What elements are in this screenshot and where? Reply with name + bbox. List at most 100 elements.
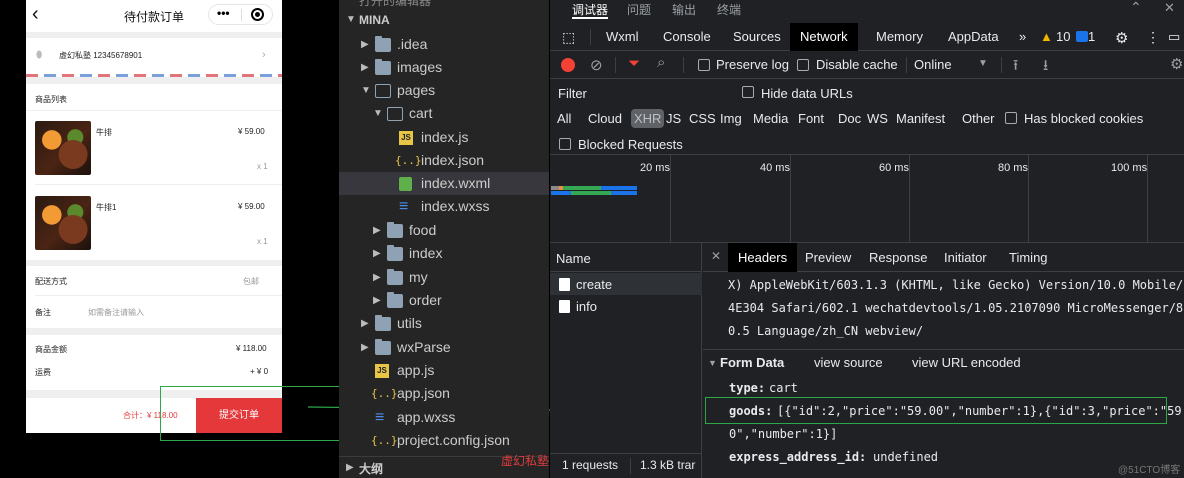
close-icon[interactable]: ✕: [711, 249, 721, 263]
view-url-encoded-link[interactable]: view URL encoded: [912, 355, 1021, 370]
tree-item[interactable]: ▼ cart: [339, 102, 549, 125]
tree-item[interactable]: ▶ index: [339, 242, 549, 265]
request-count: 1 requests: [562, 458, 619, 472]
tab-output[interactable]: 输出: [672, 1, 696, 18]
throttling-select[interactable]: Online: [914, 57, 952, 72]
search-icon[interactable]: ⌕: [657, 54, 665, 71]
close-miniprogram-icon[interactable]: [251, 8, 264, 21]
clear-icon[interactable]: ⊘: [590, 56, 603, 74]
amount-value: ¥ 118.00: [236, 344, 267, 353]
type-filter-font[interactable]: Font: [798, 111, 824, 126]
transferred-size: 1.3 kB trar: [630, 458, 702, 474]
tree-item[interactable]: ≡ index.wxss: [339, 195, 549, 218]
goods-item[interactable]: 牛排 ¥ 59.00 x 1: [26, 112, 282, 184]
divider: [35, 295, 282, 296]
message-count[interactable]: 1: [1088, 29, 1095, 44]
filter-funnel-icon[interactable]: ⏷: [628, 55, 640, 72]
tab-memory[interactable]: Memory: [876, 29, 923, 44]
tree-item[interactable]: ▶ .idea: [339, 33, 549, 56]
tree-item-label: app.js: [397, 362, 435, 378]
export-har-icon[interactable]: ⭳: [1043, 55, 1048, 80]
tab-initiator[interactable]: Initiator: [944, 250, 987, 265]
tab-console[interactable]: Console: [663, 29, 711, 44]
type-filter-xhr[interactable]: XHR: [631, 109, 665, 128]
request-row-create[interactable]: create: [550, 273, 702, 295]
more-tabs-icon[interactable]: »: [1019, 29, 1026, 44]
tree-item-label: .idea: [397, 36, 428, 52]
tree-item[interactable]: ▼ pages: [339, 79, 549, 102]
chevron-up-icon[interactable]: ⌃: [1130, 0, 1142, 16]
form-data-label[interactable]: Form Data: [720, 355, 784, 370]
tab-network[interactable]: Network: [790, 23, 858, 51]
tab-timing[interactable]: Timing: [1009, 250, 1048, 265]
tree-item[interactable]: ▶ wxParse: [339, 336, 549, 359]
type-filter-doc[interactable]: Doc: [838, 111, 861, 126]
document-icon: [559, 300, 570, 313]
remark-input[interactable]: 如需备注请输入: [88, 307, 144, 318]
type-filter-css[interactable]: CSS: [689, 111, 716, 126]
type-filter-manifest[interactable]: Manifest: [896, 111, 945, 126]
import-har-icon[interactable]: ⭱: [1013, 55, 1018, 80]
type-filter-img[interactable]: Img: [720, 111, 742, 126]
type-filter-other[interactable]: Other: [962, 111, 995, 126]
tab-wxml[interactable]: Wxml: [606, 29, 639, 44]
tab-debugger[interactable]: 调试器: [572, 1, 608, 18]
tree-item[interactable]: JS index.js: [339, 126, 549, 149]
name-column-header[interactable]: Name: [550, 243, 702, 272]
request-row-info[interactable]: info: [550, 295, 702, 317]
has-blocked-cookies-checkbox[interactable]: [1005, 112, 1017, 124]
tree-item[interactable]: {..} project.config.json: [339, 429, 549, 452]
close-icon[interactable]: ✕: [1164, 0, 1175, 16]
tab-appdata[interactable]: AppData: [948, 29, 999, 44]
filter-input[interactable]: Filter: [558, 86, 587, 101]
tree-item[interactable]: ▶ images: [339, 56, 549, 79]
capsule-divider: [241, 9, 242, 21]
network-settings-icon[interactable]: ⚙: [1170, 55, 1183, 73]
project-root[interactable]: ▼ MINA: [339, 10, 549, 32]
open-editors-header[interactable]: 打开的编辑器: [359, 0, 431, 9]
tree-item[interactable]: ▶ food: [339, 219, 549, 242]
tree-item[interactable]: ▶ order: [339, 289, 549, 312]
hide-data-urls-checkbox[interactable]: [742, 86, 754, 98]
tree-item[interactable]: index.wxml: [339, 172, 549, 195]
tab-headers[interactable]: Headers: [728, 243, 798, 272]
tree-item[interactable]: ▶ utils: [339, 312, 549, 335]
goods-name: 牛排1: [96, 203, 117, 212]
tree-item-label: project.config.json: [397, 432, 510, 448]
tree-item-label: order: [409, 292, 442, 308]
view-source-link[interactable]: view source: [814, 355, 883, 370]
record-icon[interactable]: [561, 58, 575, 72]
tree-item[interactable]: {..} app.json: [339, 382, 549, 405]
tree-item[interactable]: {..} index.json: [339, 149, 549, 172]
type-filter-all[interactable]: All: [557, 111, 571, 126]
user-agent-line: X) AppleWebKit/603.1.3 (KHTML, like Geck…: [728, 278, 1184, 292]
more-dots-icon[interactable]: •••: [217, 6, 230, 20]
disable-cache-checkbox[interactable]: [797, 59, 809, 71]
tab-issues[interactable]: 问题: [627, 1, 651, 18]
type-filter-js[interactable]: JS: [666, 111, 681, 126]
tree-item[interactable]: ▶ my: [339, 266, 549, 289]
chevron-right-icon: ▶: [361, 39, 369, 50]
gear-icon[interactable]: ⚙: [1115, 29, 1128, 47]
address-card[interactable]: ⬮ 虚幻私塾 12345678901 ›: [26, 38, 282, 77]
location-icon: ⬮: [36, 50, 43, 61]
tab-terminal[interactable]: 终端: [717, 1, 741, 18]
dock-icon[interactable]: ▭: [1168, 29, 1180, 45]
warning-count[interactable]: 10: [1056, 29, 1070, 44]
type-filter-ws[interactable]: WS: [867, 111, 888, 126]
blocked-requests-checkbox[interactable]: [559, 138, 571, 150]
type-filter-cloud[interactable]: Cloud: [588, 111, 622, 126]
inspect-element-icon[interactable]: ⬚: [562, 29, 575, 46]
type-filter-media[interactable]: Media: [753, 111, 788, 126]
chevron-down-icon[interactable]: ▼: [708, 358, 717, 368]
tab-preview[interactable]: Preview: [805, 250, 851, 265]
options-section: 配送方式 包邮 备注 如需备注请输入: [26, 266, 282, 328]
tab-sources[interactable]: Sources: [733, 29, 781, 44]
tree-item[interactable]: ≡ app.wxss: [339, 406, 549, 429]
network-timeline[interactable]: 20 ms 40 ms 60 ms 80 ms 100 ms: [550, 155, 1184, 243]
goods-item[interactable]: 牛排1 ¥ 59.00 x 1: [26, 186, 282, 258]
preserve-log-checkbox[interactable]: [698, 59, 710, 71]
tab-response[interactable]: Response: [869, 250, 928, 265]
kebab-menu-icon[interactable]: ⋮: [1146, 29, 1160, 46]
tree-item[interactable]: JS app.js: [339, 359, 549, 382]
